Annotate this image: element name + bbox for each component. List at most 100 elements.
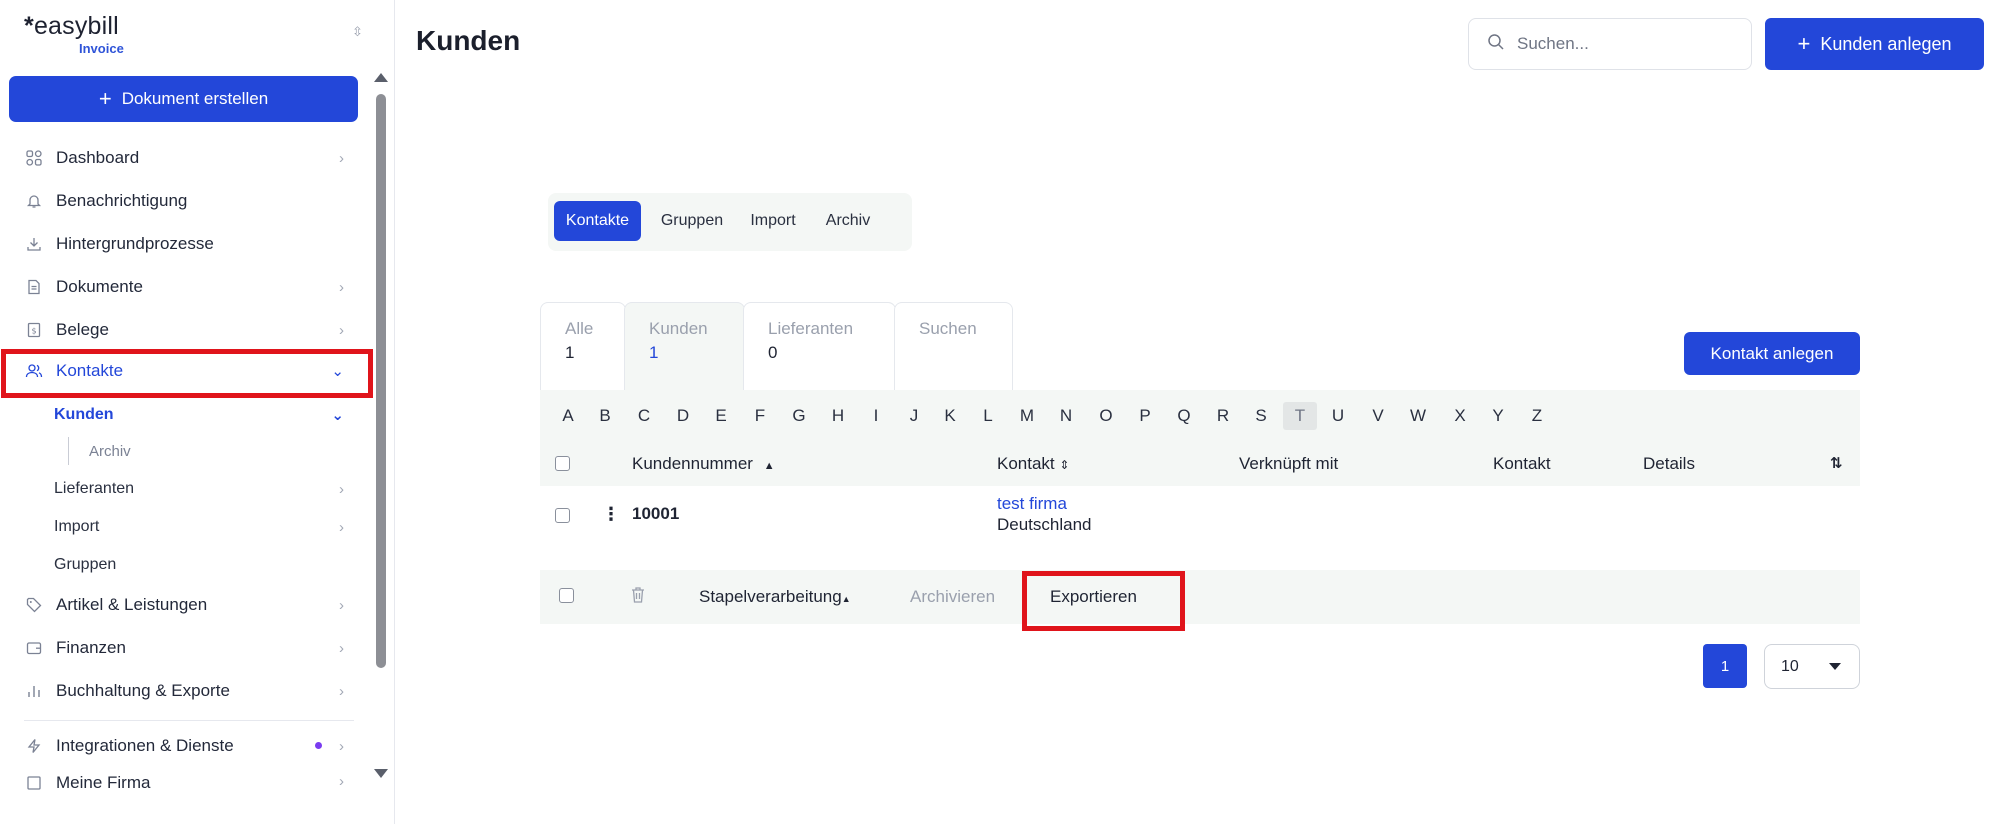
logo-star-icon: * — [24, 12, 34, 40]
pagination-page-1[interactable]: 1 — [1703, 644, 1747, 688]
letter-filter-m[interactable]: M — [1016, 402, 1038, 430]
column-header-linked-with[interactable]: Verknüpft mit — [1239, 454, 1338, 474]
row-checkbox[interactable] — [555, 508, 570, 523]
letter-filter-c[interactable]: C — [633, 402, 655, 430]
segment-archive[interactable]: Archiv — [812, 201, 884, 241]
caret-up-icon: ▲ — [841, 594, 851, 604]
letter-filter-q[interactable]: Q — [1173, 402, 1195, 430]
sidebar-item-accounting[interactable]: Buchhaltung & Exporte › — [24, 675, 344, 707]
section-segmented-control: Kontakte Gruppen Import Archiv — [548, 193, 912, 251]
bulk-actions-bar: Stapelverarbeitung▲ Archivieren Exportie… — [540, 570, 1860, 624]
add-contact-button[interactable]: Kontakt anlegen — [1684, 332, 1860, 375]
sidebar-item-contacts[interactable]: Kontakte ⌄ — [24, 355, 344, 387]
sidebar-item-finances[interactable]: Finanzen › — [24, 632, 344, 664]
sidebar-item-notifications[interactable]: Benachrichtigung — [24, 185, 344, 217]
sidebar-item-label: Belege — [56, 320, 109, 339]
sidebar-item-documents[interactable]: Dokumente › — [24, 271, 344, 303]
letter-filter-z[interactable]: Z — [1526, 402, 1548, 430]
sidebar-scrollbar[interactable] — [373, 68, 389, 786]
search-input[interactable] — [1517, 34, 1737, 54]
segment-groups[interactable]: Gruppen — [652, 201, 732, 241]
letter-filter-j[interactable]: J — [903, 402, 925, 430]
tree-line — [68, 437, 69, 465]
tab-search[interactable]: Suchen — [894, 302, 1013, 390]
sidebar-item-background-processes[interactable]: Hintergrundprozesse — [24, 228, 344, 260]
letter-filter-e[interactable]: E — [710, 402, 732, 430]
column-header-contact-2[interactable]: Kontakt — [1493, 454, 1551, 474]
tab-customers[interactable]: Kunden 1 — [624, 302, 745, 390]
column-header-label: Kontakt — [997, 454, 1055, 473]
chevron-right-icon: › — [339, 480, 344, 498]
search-icon — [1487, 33, 1505, 56]
tab-all[interactable]: Alle 1 — [540, 302, 626, 390]
sidebar-subitem-groups[interactable]: Gruppen — [54, 550, 344, 580]
scrollbar-thumb[interactable] — [376, 94, 386, 668]
sidebar-item-receipts[interactable]: $ Belege › — [24, 314, 344, 346]
letter-filter-l[interactable]: L — [977, 402, 999, 430]
contact-name-link[interactable]: test firma — [997, 494, 1067, 514]
per-page-select[interactable]: 10 — [1764, 644, 1860, 689]
letter-filter-y[interactable]: Y — [1487, 402, 1509, 430]
sort-order-icon[interactable]: ⇅ — [1830, 454, 1843, 472]
sidebar-item-articles[interactable]: Artikel & Leistungen › — [24, 589, 344, 621]
table-row[interactable]: ⋮ 10001 test firma Deutschland — [540, 486, 1860, 546]
letter-filter-k[interactable]: K — [939, 402, 961, 430]
sidebar-item-integrations[interactable]: Integrationen & Dienste › — [24, 730, 344, 762]
letter-filter-s[interactable]: S — [1250, 402, 1272, 430]
bell-icon — [24, 191, 44, 211]
letter-filter-a[interactable]: A — [557, 402, 579, 430]
customer-number: 10001 — [632, 504, 680, 523]
letter-filter-o[interactable]: O — [1095, 402, 1117, 430]
archive-button[interactable]: Archivieren — [910, 587, 995, 607]
sidebar-subitem-archive[interactable]: Archiv — [89, 437, 131, 465]
letter-filter-b[interactable]: B — [594, 402, 616, 430]
export-button[interactable]: Exportieren — [1050, 587, 1137, 607]
letter-filter-w[interactable]: W — [1407, 402, 1429, 430]
sidebar-item-my-company[interactable]: Meine Firma › — [24, 773, 344, 791]
scroll-down-arrow-icon[interactable] — [374, 769, 388, 778]
sidebar-toggle-icon[interactable]: ⇳ — [352, 24, 363, 40]
add-customer-button[interactable]: + Kunden anlegen — [1765, 18, 1984, 70]
letter-filter-h[interactable]: H — [827, 402, 849, 430]
column-header-customer-number[interactable]: Kundennummer ▲ — [632, 454, 775, 474]
chevron-right-icon: › — [339, 149, 344, 167]
letter-filter-n[interactable]: N — [1055, 402, 1077, 430]
sidebar-item-label: Dashboard — [56, 148, 140, 167]
sidebar-subitem-suppliers[interactable]: Lieferanten › — [54, 474, 344, 504]
chevron-down-icon: ⌄ — [331, 407, 344, 424]
search-box[interactable] — [1468, 18, 1752, 70]
letter-filter-t[interactable]: T — [1283, 402, 1317, 430]
chevron-right-icon: › — [339, 278, 344, 296]
letter-filter-p[interactable]: P — [1134, 402, 1156, 430]
column-header-details[interactable]: Details — [1643, 454, 1695, 474]
batch-processing-dropdown[interactable]: Stapelverarbeitung▲ — [699, 587, 851, 607]
segment-contacts[interactable]: Kontakte — [554, 201, 641, 241]
segment-import[interactable]: Import — [740, 201, 806, 241]
sidebar-item-dashboard[interactable]: Dashboard › — [24, 142, 344, 174]
create-document-label: Dokument erstellen — [121, 89, 269, 108]
scroll-up-arrow-icon[interactable] — [374, 73, 388, 82]
logo[interactable]: *easybill Invoice — [24, 12, 124, 56]
letter-filter-d[interactable]: D — [672, 402, 694, 430]
letter-filter-v[interactable]: V — [1367, 402, 1389, 430]
letter-filter-i[interactable]: I — [865, 402, 887, 430]
select-all-checkbox[interactable] — [555, 456, 570, 471]
create-document-button[interactable]: + Dokument erstellen — [9, 76, 358, 122]
bulk-select-checkbox[interactable] — [559, 588, 574, 603]
row-menu-icon[interactable]: ⋮ — [602, 504, 620, 525]
chevron-right-icon: › — [339, 639, 344, 657]
letter-filter-u[interactable]: U — [1327, 402, 1349, 430]
column-header-contact[interactable]: Kontakt ⇕ — [997, 454, 1069, 474]
sidebar-subitem-label: Lieferanten — [54, 480, 135, 497]
trash-icon[interactable] — [630, 586, 646, 609]
letter-filter-g[interactable]: G — [788, 402, 810, 430]
chevron-right-icon: › — [339, 321, 344, 339]
column-header-label: Kundennummer — [632, 454, 753, 473]
sidebar-subitem-import[interactable]: Import › — [54, 512, 344, 542]
logo-text: *easybill — [24, 12, 119, 41]
letter-filter-f[interactable]: F — [749, 402, 771, 430]
letter-filter-x[interactable]: X — [1449, 402, 1471, 430]
letter-filter-r[interactable]: R — [1212, 402, 1234, 430]
sidebar-subitem-customers[interactable]: Kunden ⌄ — [54, 400, 344, 430]
tab-suppliers[interactable]: Lieferanten 0 — [743, 302, 896, 390]
